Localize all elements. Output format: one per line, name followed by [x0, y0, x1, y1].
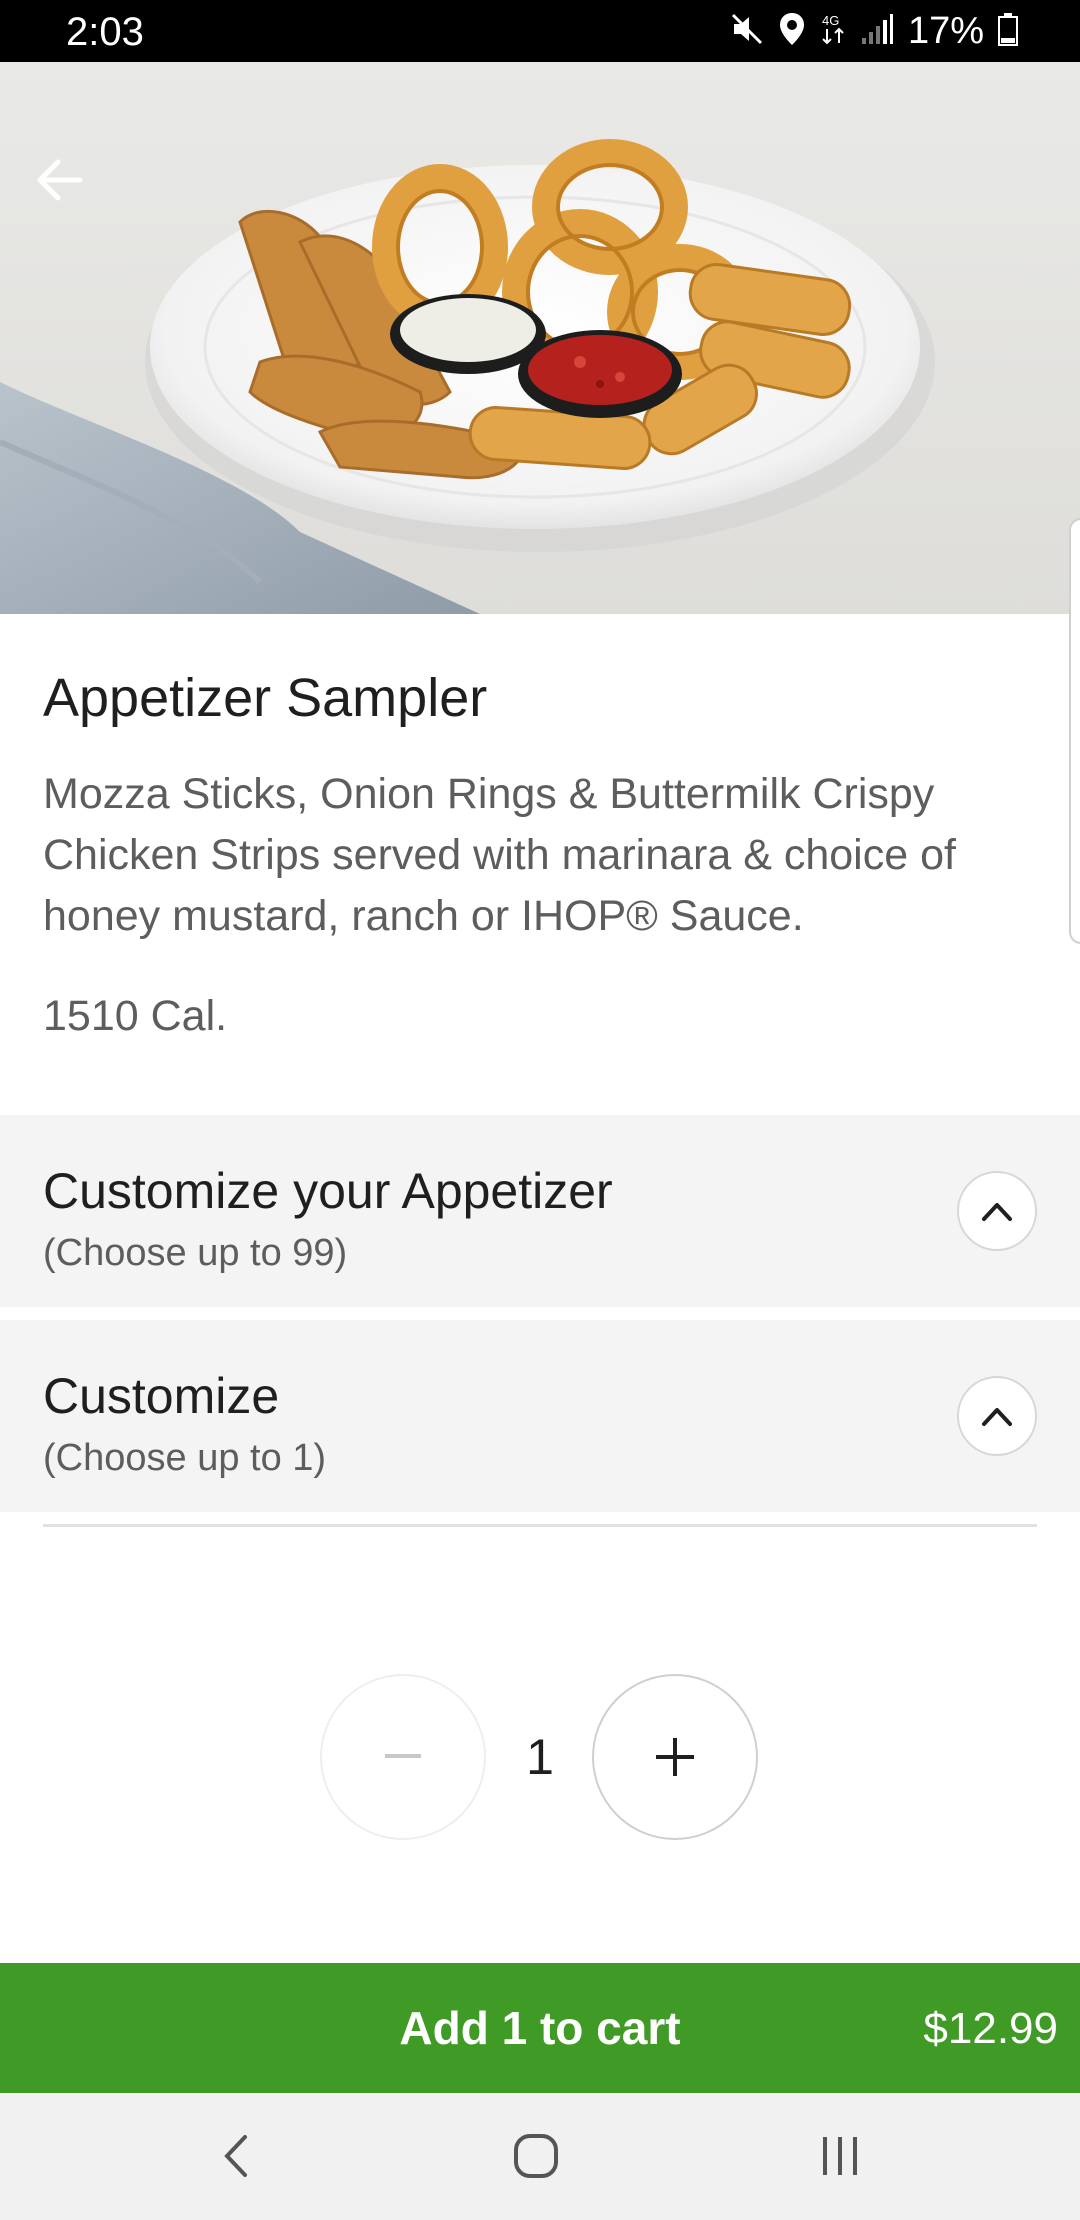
item-calories: 1510 Cal. — [43, 992, 228, 1040]
increase-quantity-button[interactable] — [592, 1674, 758, 1840]
decrease-quantity-button[interactable] — [320, 1674, 486, 1840]
customize-appetizer-section[interactable]: Customize your Appetizer (Choose up to 9… — [0, 1115, 1080, 1307]
system-nav-bar — [0, 2093, 1080, 2220]
back-arrow-icon — [37, 159, 83, 201]
home-nav-button[interactable] — [496, 2121, 576, 2191]
location-icon — [778, 11, 806, 52]
edge-panel-handle[interactable] — [1069, 518, 1080, 944]
back-nav-icon — [224, 2135, 247, 2177]
section-subtitle: (Choose up to 1) — [43, 1437, 327, 1479]
battery-icon — [998, 12, 1018, 51]
item-title: Appetizer Sampler — [43, 668, 488, 728]
data-4g-icon: 4G — [820, 11, 846, 52]
food-plate-illustration — [0, 139, 935, 614]
collapse-button[interactable] — [957, 1171, 1037, 1251]
section-title: Customize your Appetizer — [43, 1163, 613, 1219]
status-time: 2:03 — [66, 10, 144, 54]
add-to-cart-button[interactable]: Add 1 to cart $12.99 — [0, 1963, 1080, 2093]
quantity-value: 1 — [526, 1729, 554, 1785]
chevron-up-icon — [982, 1203, 1012, 1221]
battery-percent: 17% — [907, 10, 984, 52]
recents-nav-icon — [823, 2137, 857, 2175]
home-nav-icon — [514, 2134, 558, 2178]
minus-icon — [385, 1754, 421, 1758]
svg-text:4G: 4G — [822, 13, 839, 28]
section-title: Customize — [43, 1368, 280, 1424]
back-nav-button[interactable] — [196, 2121, 276, 2191]
back-button[interactable] — [36, 158, 112, 234]
chevron-up-icon — [982, 1408, 1012, 1426]
section-subtitle: (Choose up to 99) — [43, 1232, 348, 1274]
signal-icon — [860, 12, 894, 51]
divider — [43, 1524, 1037, 1527]
plus-icon — [656, 1738, 694, 1776]
cart-price: $12.99 — [923, 2004, 1058, 2053]
collapse-button[interactable] — [957, 1376, 1037, 1456]
add-to-cart-label: Add 1 to cart — [399, 2002, 681, 2054]
customize-section[interactable]: Customize (Choose up to 1) — [0, 1320, 1080, 1512]
mute-icon — [730, 12, 764, 51]
hero-food-image — [0, 62, 1080, 614]
status-icons: 4G 17% — [730, 8, 1018, 54]
recents-nav-button[interactable] — [800, 2121, 880, 2191]
status-bar: 2:03 4G 17% — [0, 0, 1080, 62]
item-description: Mozza Sticks, Onion Rings & Buttermilk C… — [43, 770, 956, 940]
